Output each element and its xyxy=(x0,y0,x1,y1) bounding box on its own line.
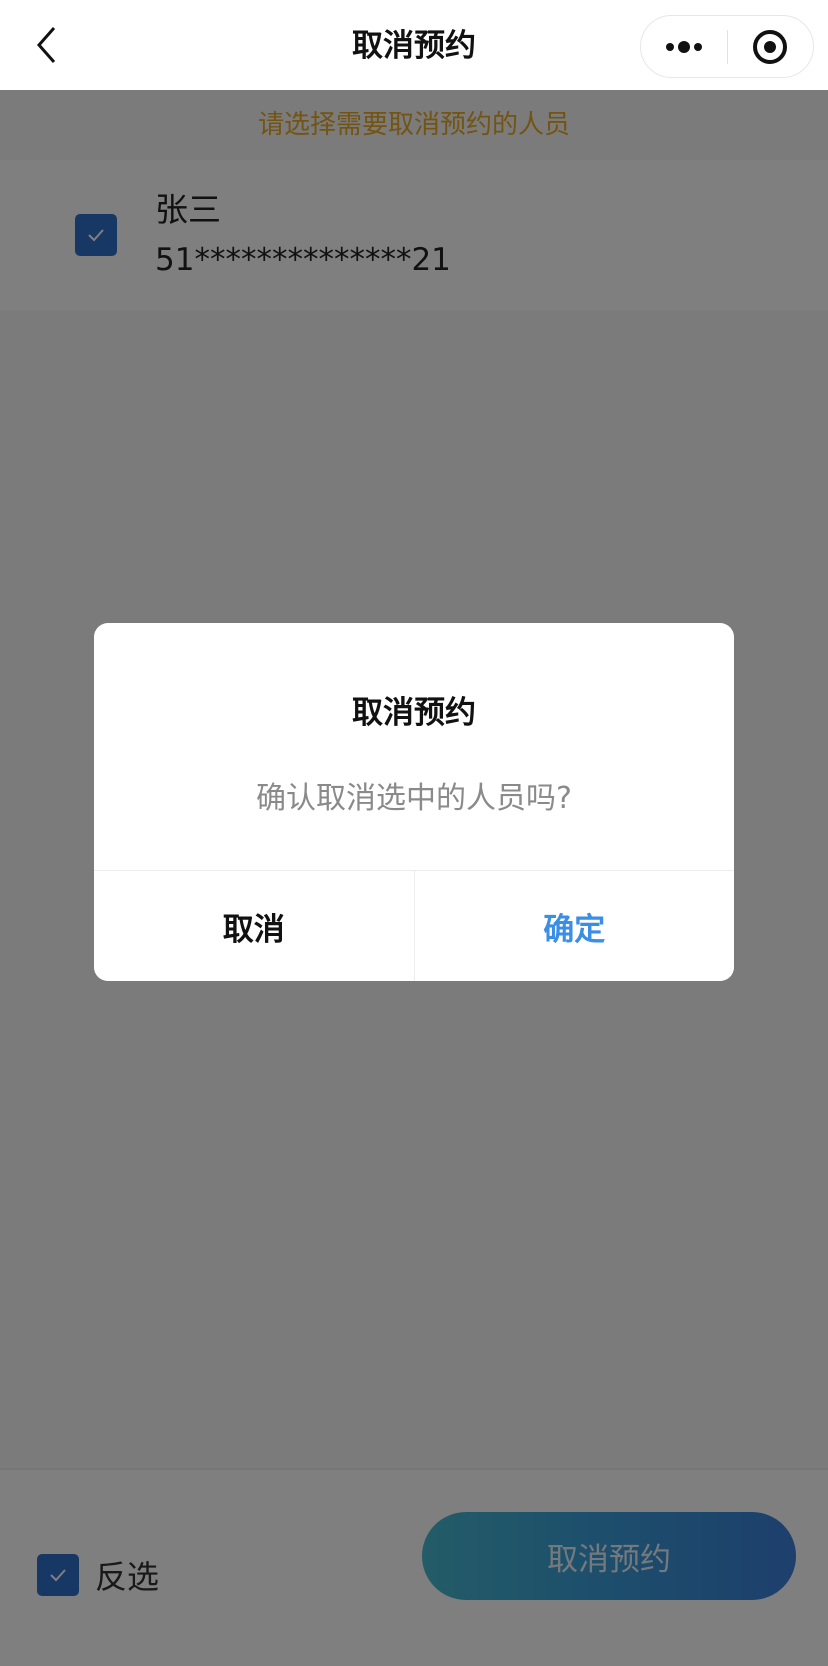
close-program-button[interactable] xyxy=(728,16,814,77)
target-circle-icon xyxy=(753,29,788,64)
more-dots-icon xyxy=(665,40,702,53)
mini-program-capsule xyxy=(640,15,814,78)
dialog-confirm-button[interactable]: 确定 xyxy=(414,871,734,981)
dialog-message: 确认取消选中的人员吗? xyxy=(256,781,572,816)
dialog-cancel-button[interactable]: 取消 xyxy=(94,871,415,981)
nav-header: 取消预约 xyxy=(0,0,828,90)
confirm-dialog: 取消预约 确认取消选中的人员吗? 取消 确定 xyxy=(94,623,734,981)
chevron-left-icon xyxy=(36,27,56,63)
dialog-title: 取消预约 xyxy=(352,695,476,731)
back-button[interactable] xyxy=(26,22,66,68)
dialog-actions: 取消 确定 xyxy=(94,870,734,981)
more-menu-button[interactable] xyxy=(641,16,727,77)
